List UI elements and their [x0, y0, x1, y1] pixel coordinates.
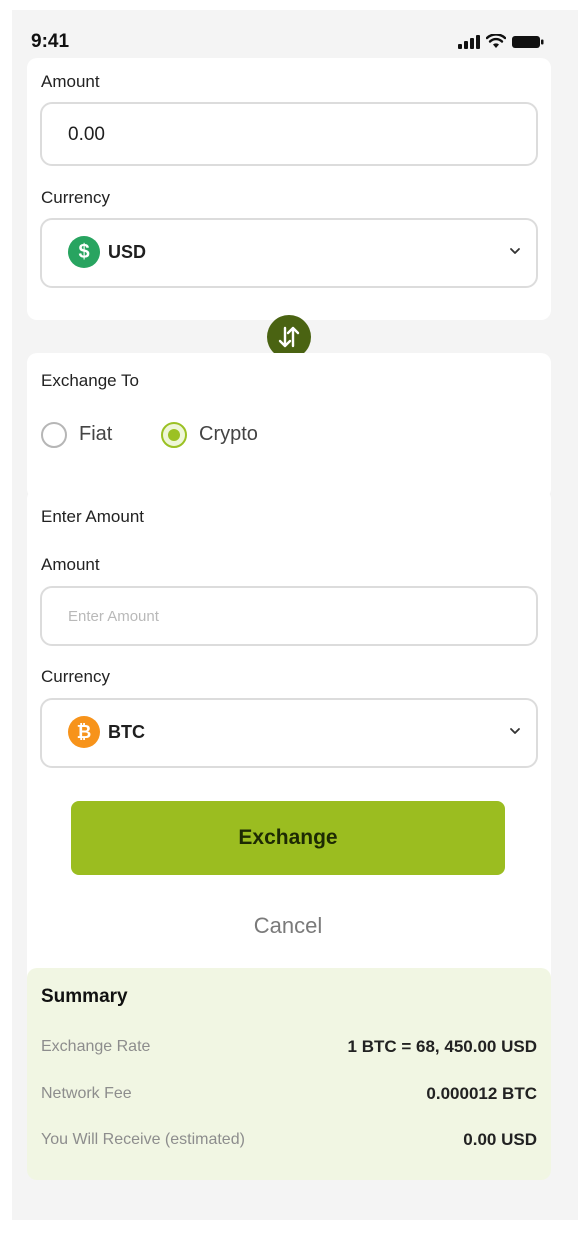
phone-screen: 9:41 Amount 0.00 Currency $ USD Exchange…: [12, 10, 578, 1220]
from-amount-value: 0.00: [68, 124, 105, 145]
battery-icon: [512, 35, 544, 48]
network-fee-label: Network Fee: [41, 1085, 132, 1102]
exchange-rate-value: 1 BTC = 68, 450.00 USD: [347, 1037, 537, 1056]
chevron-down-icon: [510, 728, 520, 734]
receive-label: You Will Receive (estimated): [41, 1131, 245, 1148]
exchange-button[interactable]: Exchange: [71, 801, 505, 875]
radio-crypto-circle[interactable]: [161, 422, 187, 448]
summary-title: Summary: [41, 986, 128, 1007]
from-currency-label: Currency: [41, 188, 110, 207]
receive-value: 0.00 USD: [463, 1130, 537, 1149]
signal-icon: [458, 34, 480, 49]
exchange-to-label: Exchange To: [41, 371, 139, 390]
bitcoin-icon: ₿: [68, 716, 100, 748]
radio-fiat-label[interactable]: Fiat: [79, 423, 112, 446]
cancel-button[interactable]: Cancel: [212, 908, 364, 944]
wifi-icon: [486, 34, 506, 48]
dollar-icon: $: [68, 236, 100, 268]
to-currency-code: BTC: [108, 722, 145, 742]
radio-fiat-circle[interactable]: [41, 422, 67, 448]
from-currency-select[interactable]: $ USD: [40, 218, 538, 288]
to-amount-field[interactable]: Enter Amount: [40, 586, 538, 646]
from-amount-label: Amount: [41, 72, 100, 91]
network-fee-value: 0.000012 BTC: [426, 1084, 537, 1103]
radio-crypto-label[interactable]: Crypto: [199, 423, 258, 446]
summary-panel: Summary Exchange Rate 1 BTC = 68, 450.00…: [27, 968, 551, 1180]
from-currency-code: USD: [108, 242, 147, 262]
status-icons: [458, 34, 544, 49]
status-time: 9:41: [31, 31, 70, 52]
chevron-down-icon: [510, 248, 520, 254]
status-bar: 9:41: [12, 10, 578, 58]
from-card: Amount 0.00 Currency $ USD: [27, 58, 551, 320]
swap-arrows-icon: [278, 326, 300, 348]
exchange-rate-label: Exchange Rate: [41, 1038, 151, 1055]
to-currency-select[interactable]: ₿ BTC: [40, 698, 538, 768]
to-amount-placeholder: Enter Amount: [68, 608, 159, 625]
from-amount-field[interactable]: 0.00: [40, 102, 538, 166]
exchange-to-card: Exchange To Fiat Crypto: [27, 353, 551, 499]
to-currency-label: Currency: [41, 667, 110, 686]
to-amount-label: Amount: [41, 555, 100, 574]
enter-amount-title: Enter Amount: [41, 507, 145, 526]
